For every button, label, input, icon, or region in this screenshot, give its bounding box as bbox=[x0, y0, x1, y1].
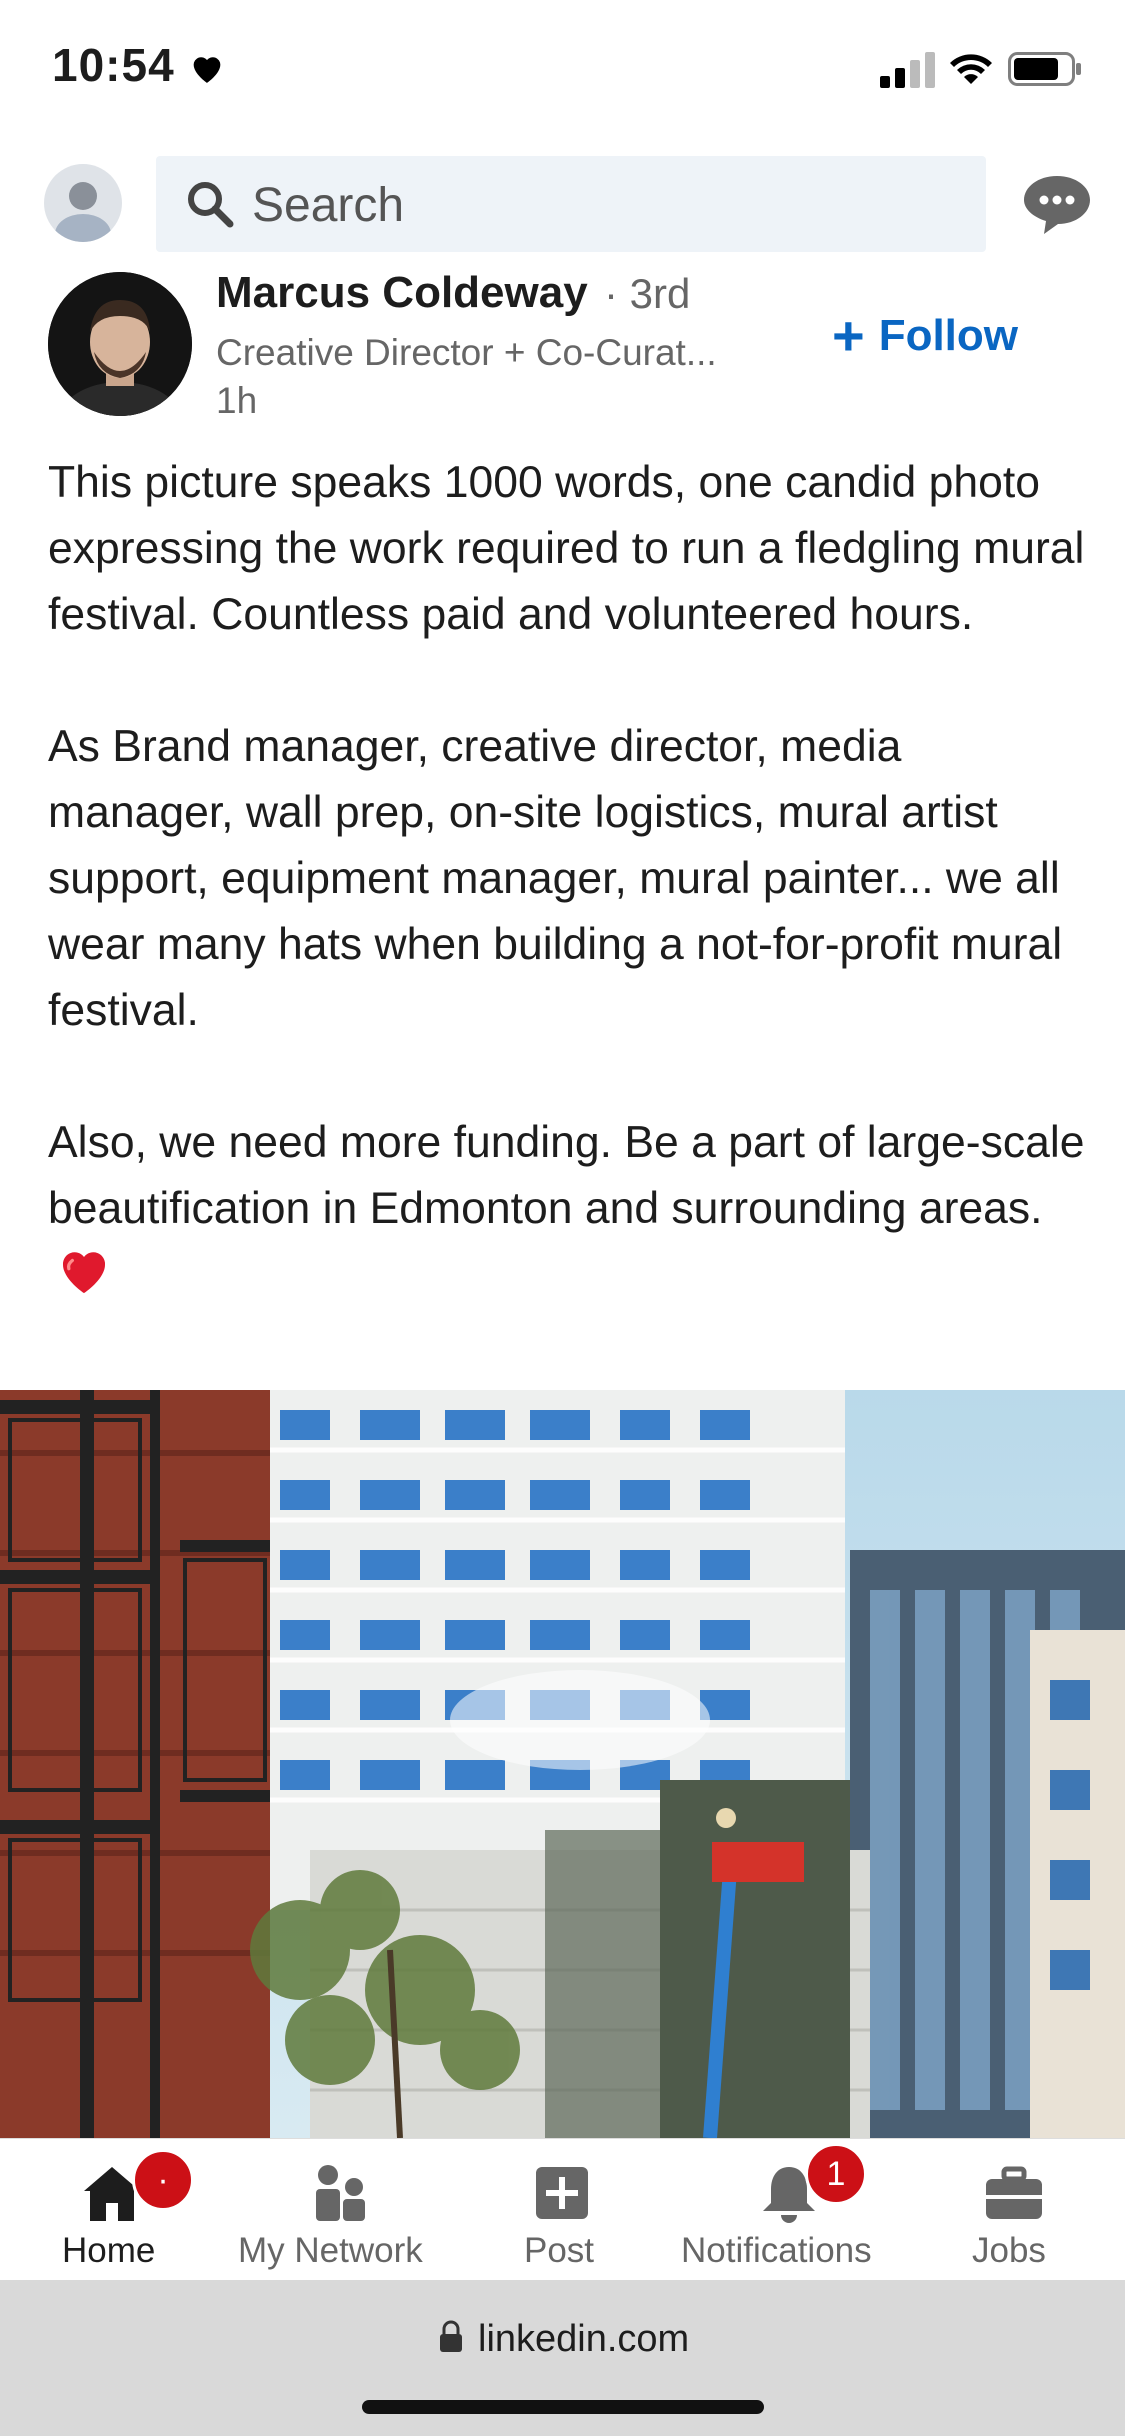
search-icon bbox=[188, 182, 234, 228]
nav-post-label: Post bbox=[524, 2231, 595, 2270]
nav-home-label: Home bbox=[62, 2231, 156, 2270]
bottom-navigation: · Home My Network Post 1 Notifications J… bbox=[0, 2138, 1125, 2281]
nav-jobs[interactable]: Jobs bbox=[960, 2139, 1070, 2281]
wifi-icon bbox=[950, 54, 992, 84]
post-paragraph-text: As Brand manager, creative director, med… bbox=[48, 722, 1063, 1035]
briefcase-icon bbox=[986, 2166, 1042, 2219]
battery-icon bbox=[1008, 52, 1081, 86]
post-plus-icon bbox=[536, 2167, 588, 2219]
notifications-badge: 1 bbox=[805, 2143, 867, 2205]
nav-home[interactable]: · Home bbox=[40, 2139, 194, 2281]
plus-icon: + bbox=[832, 304, 865, 367]
red-heart-emoji-icon bbox=[62, 1252, 106, 1294]
author-photo-image bbox=[48, 272, 192, 416]
follow-label: Follow bbox=[878, 311, 1019, 360]
lock-icon bbox=[440, 2320, 462, 2352]
post-body: This picture speaks 1000 words, one cand… bbox=[48, 450, 1088, 1308]
my-profile-avatar[interactable] bbox=[44, 164, 122, 242]
search-input[interactable]: Search bbox=[156, 156, 986, 252]
status-bar: 10:54 bbox=[0, 0, 1125, 140]
nav-jobs-label: Jobs bbox=[972, 2231, 1046, 2270]
status-time: 10:54 bbox=[52, 39, 175, 91]
post-image[interactable] bbox=[0, 1390, 1125, 2138]
cellular-signal-icon bbox=[880, 52, 935, 88]
post-paragraph: As Brand manager, creative director, med… bbox=[48, 714, 1088, 1044]
post-timestamp: 1h bbox=[216, 380, 258, 421]
nav-my-network-label: My Network bbox=[238, 2231, 423, 2270]
nav-post[interactable]: Post bbox=[500, 2139, 624, 2281]
post-paragraph: Also, we need more funding. Be a part of… bbox=[48, 1110, 1088, 1308]
search-placeholder: Search bbox=[252, 179, 405, 232]
nav-my-network[interactable]: My Network bbox=[230, 2139, 450, 2281]
url-text: linkedin.com bbox=[478, 2318, 690, 2360]
messaging-icon[interactable] bbox=[1022, 172, 1092, 236]
home-indicator[interactable] bbox=[362, 2400, 764, 2414]
connection-degree: · 3rd bbox=[604, 270, 691, 317]
mural-building-photo bbox=[0, 1390, 1125, 2138]
nav-notifications-label: Notifications bbox=[681, 2231, 872, 2270]
follow-button[interactable]: + Follow bbox=[832, 306, 1018, 366]
post-paragraph: This picture speaks 1000 words, one cand… bbox=[48, 458, 1085, 639]
post-paragraph-text: Also, we need more funding. Be a part of… bbox=[48, 1118, 1085, 1233]
author-headline: Creative Director + Co-Curat... bbox=[216, 332, 717, 373]
author-name[interactable]: Marcus Coldeway bbox=[216, 268, 588, 318]
my-network-icon bbox=[316, 2165, 365, 2221]
nav-notifications[interactable]: 1 Notifications bbox=[675, 2139, 905, 2281]
person-icon bbox=[55, 182, 111, 242]
heart-icon bbox=[193, 57, 221, 83]
home-badge: · bbox=[132, 2149, 194, 2211]
author-avatar[interactable] bbox=[48, 272, 192, 416]
